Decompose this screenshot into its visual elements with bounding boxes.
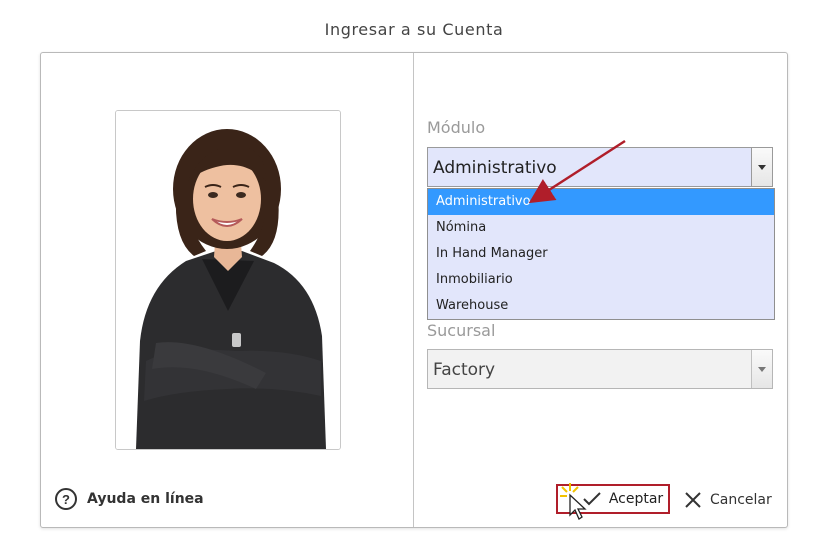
chevron-down-icon	[758, 164, 766, 170]
branch-dropdown-button[interactable]	[751, 350, 772, 388]
module-option[interactable]: Inmobiliario	[428, 267, 774, 293]
user-photo	[115, 110, 341, 450]
module-option[interactable]: In Hand Manager	[428, 241, 774, 267]
panel-divider	[413, 53, 414, 527]
window-title: Ingresar a su Cuenta	[324, 20, 504, 39]
branch-label: Sucursal	[427, 321, 496, 340]
cancel-button[interactable]: Cancelar	[684, 489, 772, 511]
checkmark-icon	[583, 492, 601, 506]
module-option[interactable]: Warehouse	[428, 293, 774, 319]
module-option[interactable]: Administrativo	[428, 189, 774, 215]
branch-selected-value: Factory	[433, 360, 496, 380]
online-help-link[interactable]: ? Ayuda en línea	[55, 487, 204, 511]
close-icon	[685, 492, 701, 508]
accept-label: Aceptar	[608, 491, 664, 507]
module-label: Módulo	[427, 118, 486, 137]
accept-button[interactable]: Aceptar	[556, 484, 670, 514]
module-select[interactable]: Administrativo	[427, 147, 773, 187]
module-option[interactable]: Nómina	[428, 215, 774, 241]
question-circle-icon: ?	[55, 488, 77, 510]
module-dropdown-button[interactable]	[751, 148, 772, 186]
module-selected-value: Administrativo	[433, 158, 557, 178]
online-help-label: Ayuda en línea	[87, 491, 204, 507]
login-dialog: ? Ayuda en línea Módulo Administrativo S…	[40, 52, 788, 528]
cancel-label: Cancelar	[710, 492, 772, 508]
module-dropdown-list: Administrativo Nómina In Hand Manager In…	[427, 188, 775, 320]
branch-select[interactable]: Factory	[427, 349, 773, 389]
chevron-down-icon	[758, 366, 766, 372]
